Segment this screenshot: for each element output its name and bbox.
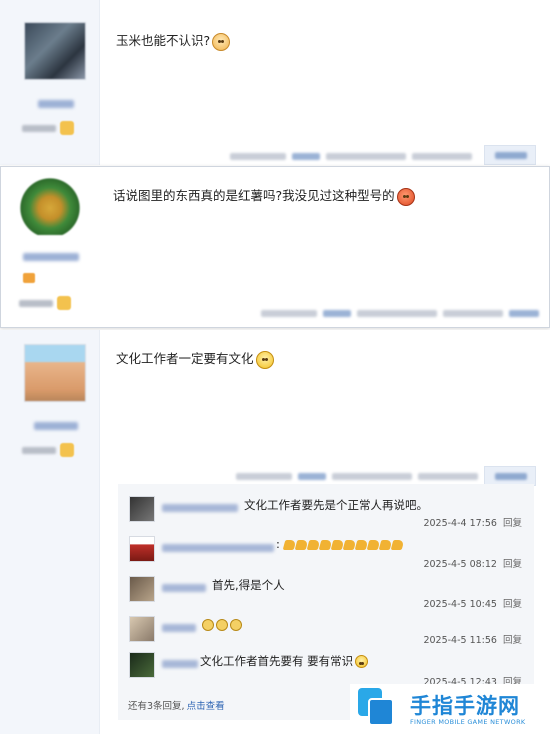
reply-time: 2025-4-5 10:45 回复 [423, 599, 522, 610]
author-sidebar [1, 167, 101, 327]
author-name[interactable] [34, 422, 78, 430]
post-2: 话说图里的东西真的是红薯吗?我没见过这种型号的 [0, 166, 550, 328]
avatar[interactable] [19, 175, 81, 235]
reply-link[interactable]: 回复 [503, 635, 522, 646]
reply-time: 2025-4-5 08:12 回复 [423, 559, 522, 570]
more-replies: 还有3条回复, 点击查看 [128, 701, 225, 712]
reply-link[interactable]: 回复 [503, 559, 522, 570]
reply-username[interactable] [162, 504, 238, 512]
logo-icon [358, 688, 396, 728]
author-sidebar [0, 330, 100, 734]
level-icon [23, 273, 35, 283]
reply-username[interactable] [162, 660, 198, 668]
crying-face-icon [216, 618, 228, 631]
post-1: 玉米也能不认识? [0, 0, 550, 165]
post-text: 文化工作者一定要有文化 [116, 348, 274, 369]
author-level-badge [22, 120, 74, 136]
reply-text: 文化工作者首先要有 要有常识 [200, 653, 369, 669]
reply-button[interactable] [484, 145, 536, 165]
smile-face-icon [355, 655, 369, 668]
clap-icons [282, 537, 404, 551]
smile-face-icon [255, 350, 274, 369]
reply-item: : 2025-4-5 08:12 回复 [118, 536, 534, 576]
site-watermark: 手指手游网 FINGER MOBILE GAME NETWORK [350, 684, 550, 734]
author-name[interactable] [38, 100, 74, 108]
post-text: 话说图里的东西真的是红薯吗?我没见过这种型号的 [113, 185, 415, 206]
reply-avatar[interactable] [129, 616, 155, 642]
angry-face-icon [396, 187, 415, 206]
post-meta [230, 150, 472, 162]
reply-text: : [276, 537, 404, 551]
reply-username[interactable] [162, 544, 274, 552]
author-level-badge [19, 295, 71, 311]
avatar[interactable] [24, 22, 86, 80]
reply-username[interactable] [162, 584, 206, 592]
reply-link[interactable]: 回复 [503, 518, 522, 529]
reply-text: 文化工作者要先是个正常人再说吧。 [244, 498, 428, 512]
author-sidebar [0, 0, 100, 165]
reply-avatar[interactable] [129, 576, 155, 602]
reply-item: 2025-4-5 11:56 回复 [118, 616, 534, 656]
watermark-title: 手指手游网 [410, 694, 520, 718]
author-level-badge [22, 442, 74, 458]
reply-button[interactable] [484, 466, 536, 486]
post-text: 玉米也能不认识? [116, 30, 231, 51]
reply-time: 2025-4-5 11:56 回复 [423, 635, 522, 646]
avatar[interactable] [24, 344, 86, 402]
post-meta [261, 307, 539, 319]
reply-avatar[interactable] [129, 652, 155, 678]
watermark-subtitle: FINGER MOBILE GAME NETWORK [410, 718, 526, 726]
post-meta [236, 470, 478, 482]
author-name[interactable] [23, 253, 79, 261]
reply-link[interactable]: 回复 [503, 599, 522, 610]
crying-face-icon [230, 618, 242, 631]
reply-text: 首先,得是个人 [212, 578, 285, 592]
reply-item: 首先,得是个人 2025-4-5 10:45 回复 [118, 576, 534, 616]
sad-face-icon [212, 32, 231, 51]
reply-avatar[interactable] [129, 536, 155, 562]
reply-avatar[interactable] [129, 496, 155, 522]
reply-time: 2025-4-4 17:56 回复 [423, 518, 522, 529]
crying-face-icon [202, 618, 214, 631]
reply-item: 文化工作者要先是个正常人再说吧。 2025-4-4 17:56 回复 [118, 496, 534, 536]
reply-username[interactable] [162, 624, 196, 632]
view-more-link[interactable]: 点击查看 [187, 701, 225, 712]
reply-text [202, 617, 244, 631]
